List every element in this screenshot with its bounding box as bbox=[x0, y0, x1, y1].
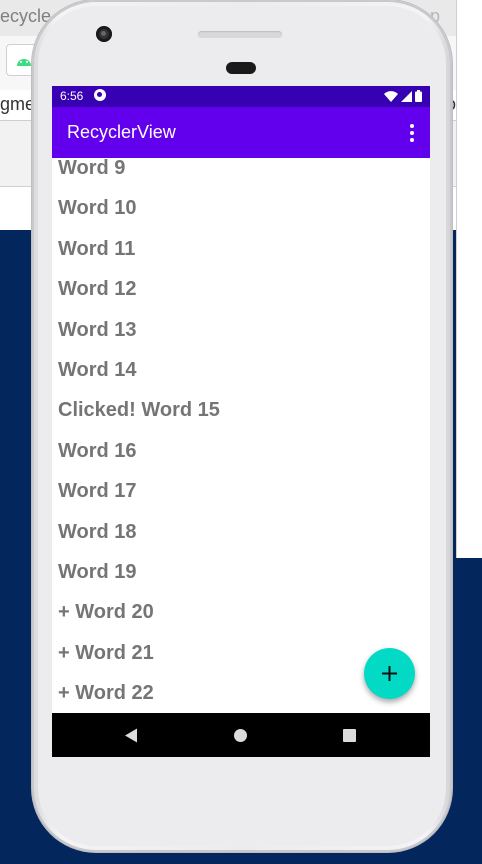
list-item[interactable]: Word 11 bbox=[58, 229, 135, 269]
list-item[interactable]: + Word 21 bbox=[58, 633, 154, 673]
list-item[interactable]: Word 12 bbox=[58, 269, 137, 309]
status-icons bbox=[384, 90, 422, 102]
list-item[interactable]: + Word 20 bbox=[58, 592, 154, 632]
list-item[interactable]: Word 14 bbox=[58, 350, 137, 390]
battery-icon bbox=[415, 90, 422, 102]
add-fab-button[interactable] bbox=[364, 648, 415, 699]
list-item[interactable]: Word 9 bbox=[58, 158, 125, 188]
list-item[interactable]: Word 16 bbox=[58, 431, 137, 471]
earpiece-speaker bbox=[198, 31, 282, 38]
phone-screen: 6:56 RecyclerView Word 9 Word 10 Word 11 Wo… bbox=[52, 86, 430, 757]
plus-icon bbox=[382, 666, 397, 681]
app-bar: RecyclerView bbox=[52, 107, 430, 158]
recents-square-icon[interactable] bbox=[343, 729, 356, 742]
signal-icon bbox=[401, 90, 412, 102]
app-title: RecyclerView bbox=[67, 122, 176, 142]
system-nav-bar bbox=[52, 713, 430, 757]
android-icon bbox=[17, 59, 31, 66]
status-bar: 6:56 bbox=[52, 86, 430, 107]
list-item[interactable]: Word 17 bbox=[58, 471, 137, 511]
status-time: 6:56 bbox=[60, 89, 84, 103]
list-item[interactable]: Clicked! Word 15 bbox=[58, 390, 220, 430]
browser-tab-title[interactable]: ecycle bbox=[0, 6, 51, 27]
bookmark-item[interactable]: gme bbox=[0, 94, 35, 115]
side-window bbox=[456, 0, 482, 558]
list-item[interactable]: Word 13 bbox=[58, 310, 137, 350]
front-camera bbox=[96, 26, 112, 42]
list-item[interactable]: + Word 22 bbox=[58, 673, 154, 713]
list-item[interactable]: Word 19 bbox=[58, 552, 137, 592]
wifi-icon bbox=[384, 90, 398, 102]
back-triangle-icon[interactable] bbox=[124, 728, 138, 743]
more-vert-icon[interactable] bbox=[408, 124, 416, 142]
proximity-sensor bbox=[226, 62, 256, 74]
list-item[interactable]: Word 18 bbox=[58, 512, 137, 552]
notification-icon bbox=[94, 89, 106, 101]
home-circle-icon[interactable] bbox=[234, 729, 247, 742]
recycler-view[interactable]: Word 9 Word 10 Word 11 Word 12 Word 13 Word 1… bbox=[52, 158, 430, 713]
list-item[interactable]: Word 10 bbox=[58, 188, 137, 228]
